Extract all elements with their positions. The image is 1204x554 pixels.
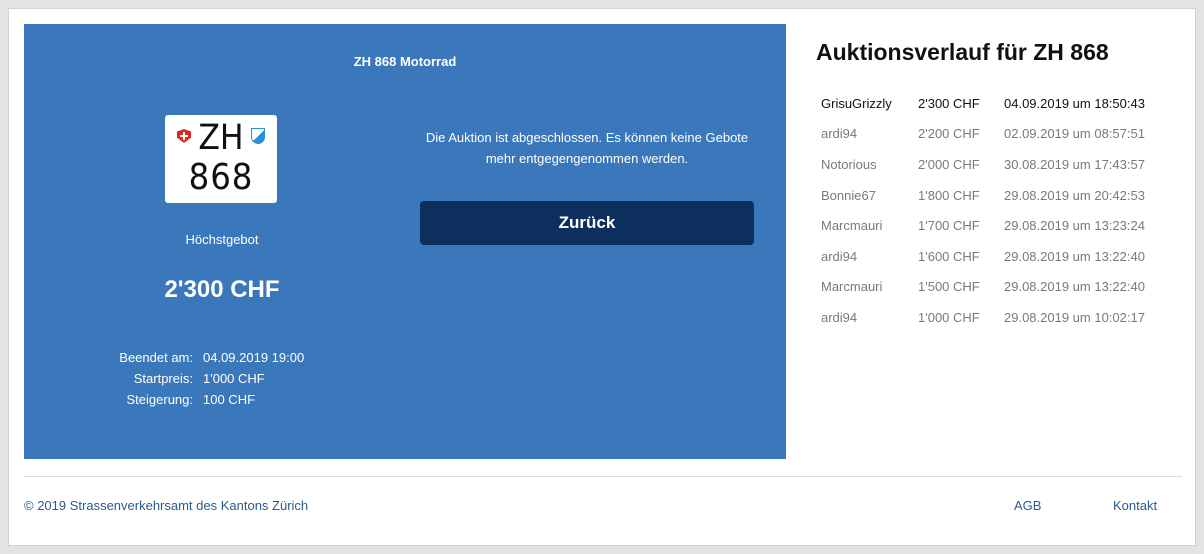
detail-label: Steigerung:	[126, 392, 194, 407]
bid-amount: 1'000 CHF	[918, 309, 980, 325]
detail-row: Startpreis: 1'000 CHF	[94, 368, 304, 389]
plate-number: 868	[188, 157, 254, 198]
bid-time: 29.08.2019 um 20:42:53	[1004, 187, 1145, 203]
bid-amount: 1'800 CHF	[918, 187, 980, 203]
detail-label: Startpreis:	[133, 371, 193, 386]
detail-value: 1'000 CHF	[203, 371, 265, 386]
table-row: Marcmauri 1'500 CHF 29.08.2019 um 13:22:…	[816, 272, 1150, 303]
bid-amount: 1'700 CHF	[918, 218, 980, 234]
table-row: Bonnie67 1'800 CHF 29.08.2019 um 20:42:5…	[816, 180, 1150, 211]
agb-link[interactable]: AGB	[1014, 498, 1041, 513]
table-row: GrisuGrizzly 2'300 CHF 04.09.2019 um 18:…	[816, 88, 1150, 119]
highest-bid-label: Höchstgebot	[185, 232, 259, 247]
table-row: ardi94 2'200 CHF 02.09.2019 um 08:57:51	[816, 119, 1150, 150]
auction-details: Beendet am: 04.09.2019 19:00 Startpreis:…	[94, 347, 304, 410]
table-row: ardi94 1'000 CHF 29.08.2019 um 10:02:17	[816, 302, 1150, 333]
bid-time: 30.08.2019 um 17:43:57	[1004, 156, 1145, 172]
table-row: Notorious 2'000 CHF 30.08.2019 um 17:43:…	[816, 149, 1150, 180]
bid-amount: 2'300 CHF	[918, 95, 980, 111]
bid-amount: 2'000 CHF	[918, 156, 980, 172]
auction-panel: ZH 868 Motorrad ZH 868 Höchstgebot 2'300…	[24, 24, 786, 459]
bid-amount: 2'200 CHF	[918, 126, 980, 142]
bidder-name: ardi94	[821, 126, 858, 142]
detail-row: Steigerung: 100 CHF	[94, 389, 304, 410]
bidder-name: Notorious	[821, 156, 877, 172]
detail-row: Beendet am: 04.09.2019 19:00	[94, 347, 304, 368]
bidder-name: Marcmauri	[821, 218, 883, 234]
footer-divider	[24, 476, 1182, 477]
table-row: ardi94 1'600 CHF 29.08.2019 um 13:22:40	[816, 241, 1150, 272]
bidder-name: ardi94	[821, 248, 858, 264]
bidder-name: GrisuGrizzly	[821, 95, 892, 111]
bidder-name: Bonnie67	[821, 187, 876, 203]
bid-amount: 1'500 CHF	[918, 279, 980, 295]
detail-value: 100 CHF	[203, 392, 256, 407]
highest-bid-amount: 2'300 CHF	[164, 276, 280, 303]
auction-title: ZH 868 Motorrad	[353, 54, 457, 69]
table-row: Marcmauri 1'700 CHF 29.08.2019 um 13:23:…	[816, 210, 1150, 241]
detail-value: 04.09.2019 19:00	[203, 350, 305, 365]
detail-label: Beendet am:	[119, 350, 193, 365]
bid-time: 29.08.2019 um 13:22:40	[1004, 279, 1145, 295]
back-button[interactable]: Zurück	[420, 201, 754, 245]
plate-canton: ZH	[198, 118, 244, 158]
contact-link[interactable]: Kontakt	[1113, 498, 1157, 513]
bid-time: 29.08.2019 um 10:02:17	[1004, 309, 1145, 325]
bidder-name: ardi94	[821, 309, 858, 325]
page: ZH 868 Motorrad ZH 868 Höchstgebot 2'300…	[8, 8, 1196, 546]
auction-closed-message: Die Auktion ist abgeschlossen. Es können…	[425, 130, 749, 166]
license-plate: ZH 868	[165, 115, 277, 203]
bid-time: 29.08.2019 um 13:22:40	[1004, 248, 1145, 264]
bid-time: 04.09.2019 um 18:50:43	[1004, 95, 1145, 111]
bidder-name: Marcmauri	[821, 279, 883, 295]
bid-amount: 1'600 CHF	[918, 248, 980, 264]
bid-time: 29.08.2019 um 13:23:24	[1004, 218, 1145, 234]
bid-time: 02.09.2019 um 08:57:51	[1004, 126, 1145, 142]
footer-copyright: © 2019 Strassenverkehrsamt des Kantons Z…	[24, 498, 309, 513]
bid-history-table: GrisuGrizzly 2'300 CHF 04.09.2019 um 18:…	[816, 88, 1150, 333]
history-title: Auktionsverlauf für ZH 868	[816, 39, 1109, 65]
